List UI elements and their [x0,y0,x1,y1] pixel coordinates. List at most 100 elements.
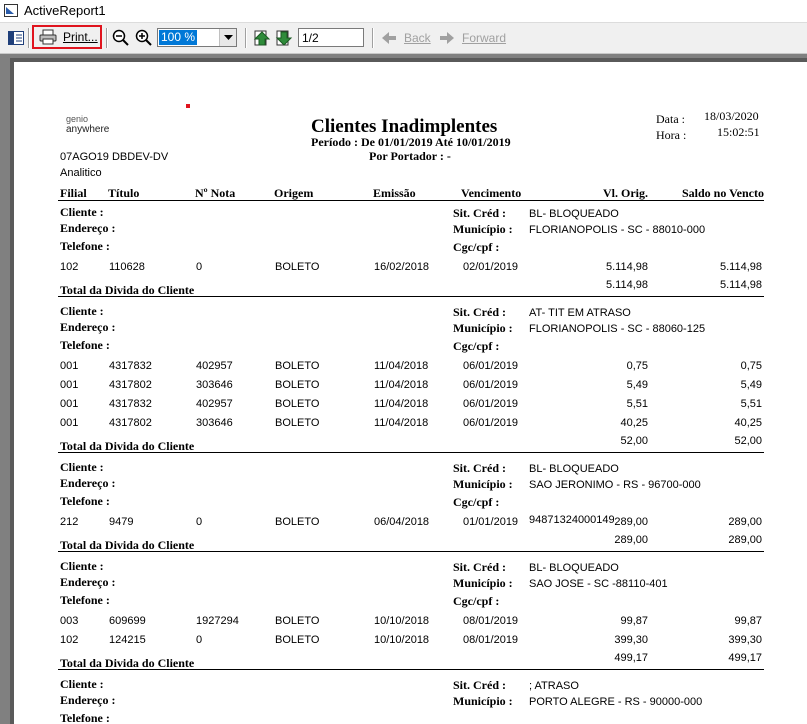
table-cell: 06/01/2019 [463,379,519,391]
column-header: Emissão [373,186,416,200]
table-cell: 06/01/2019 [463,417,519,429]
report-page: genio anywhere 07AGO19 DBDEV-DV Analitic… [14,62,807,724]
table-cell: 06/01/2019 [463,398,519,410]
table-cell: 01/01/2019 [463,516,519,528]
zoom-out-button[interactable] [112,27,130,49]
table-cell: 1927294 [196,615,239,627]
endereco-label: Endereço : [60,476,116,490]
table-cell: 402957 [196,360,233,372]
zoom-in-button[interactable] [135,27,153,49]
forward-label: Forward [462,31,507,45]
total-rule [58,551,764,552]
toc-toggle-button[interactable] [8,27,24,49]
toolbar-separator [372,28,374,48]
logo: genio anywhere [66,114,110,135]
report-portador: Por Portador : - [369,149,451,163]
total-orig: 5.114,98 [605,279,648,291]
cliente-label: Cliente : [60,677,104,691]
column-header: Vl. Orig. [603,186,648,200]
table-cell: 06/01/2019 [463,360,519,372]
title-bar: ActiveReport1 [0,0,807,23]
sit-cred-label: Sit. Créd : [453,678,506,692]
municipio-label: Município : [453,694,513,708]
table-cell: 399,30 [614,634,648,646]
table-cell: 4317802 [109,379,152,391]
column-header: Filial [60,186,87,200]
time-value: 15:02:51 [717,125,760,139]
table-cell: 0 [196,516,203,528]
municipio-label: Município : [453,321,513,335]
table-cell: 02/01/2019 [463,261,519,273]
back-label: Back [404,31,431,45]
table-cell: 11/04/2018 [374,379,429,391]
header-rule [58,200,764,201]
total-saldo: 499,17 [728,652,762,664]
next-page-button[interactable] [275,27,293,49]
report-code: 07AGO19 DBDEV-DV [60,151,169,163]
table-cell: 4317832 [109,398,152,410]
table-cell: 9479 [109,516,134,528]
municipio-label: Município : [453,576,513,590]
page-number-input[interactable]: 1/2 [298,28,364,47]
column-header: Nº Nota [195,186,236,200]
sit-cred-label: Sit. Créd : [453,305,506,319]
sit-cred-value: BL- BLOQUEADO [529,562,619,574]
table-cell: 609699 [109,615,146,627]
table-cell: BOLETO [275,417,320,429]
total-saldo: 289,00 [728,534,762,546]
total-rule [58,452,764,453]
toolbar-separator [245,28,247,48]
previous-page-button[interactable] [253,27,271,49]
cliente-label: Cliente : [60,205,104,219]
cliente-label: Cliente : [60,559,104,573]
table-cell: BOLETO [275,516,320,528]
table-cell: 10/10/2018 [374,615,430,627]
printer-icon [39,29,57,45]
back-button[interactable]: Back [382,27,431,49]
date-label: Data : [656,112,685,126]
table-cell: 124215 [109,634,146,646]
cliente-label: Cliente : [60,460,104,474]
telefone-label: Telefone : [60,239,110,253]
endereco-label: Endereço : [60,221,116,235]
table-cell: 16/02/2018 [374,261,430,273]
print-button[interactable]: Print... [32,25,102,49]
report-viewer[interactable]: genio anywhere 07AGO19 DBDEV-DV Analitic… [0,54,807,724]
table-cell: 5,49 [740,379,762,391]
zoom-select[interactable]: 100 % [157,28,237,47]
table-cell: 4317832 [109,360,152,372]
table-cell: 0 [196,261,203,273]
table-cell: 40,25 [734,417,762,429]
table-cell: 40,25 [620,417,648,429]
table-cell: 001 [60,379,79,391]
table-cell: 303646 [196,379,233,391]
table-cell: 102 [60,634,79,646]
window-title: ActiveReport1 [24,3,106,18]
toolbar-separator [106,28,108,48]
sit-cred-value: AT- TIT EM ATRASO [529,307,631,319]
total-saldo: 52,00 [734,435,762,447]
cgc-label: Cgc/cpf : [453,240,500,254]
report-mode: Analitico [60,167,102,179]
logo-dot [186,104,190,108]
total-rule [58,669,764,670]
table-cell: BOLETO [275,615,320,627]
chevron-down-icon[interactable] [219,29,236,46]
sit-cred-label: Sit. Créd : [453,206,506,220]
table-cell: 4317802 [109,417,152,429]
endereco-label: Endereço : [60,575,116,589]
table-cell: 5,49 [626,379,648,391]
table-cell: 99,87 [734,615,762,627]
table-cell: 11/04/2018 [374,360,429,372]
toolbar: Print... 100 % 1/2 Back Forward [0,23,807,54]
table-cell: 212 [60,516,79,528]
table-cell: 11/04/2018 [374,398,429,410]
table-cell: 08/01/2019 [463,634,519,646]
sit-cred-label: Sit. Créd : [453,461,506,475]
table-cell: 001 [60,360,79,372]
table-cell: 0,75 [626,360,648,372]
column-header: Saldo no Vencto [681,186,764,200]
forward-button[interactable]: Forward [440,27,506,49]
endereco-label: Endereço : [60,320,116,334]
zoom-out-icon [112,29,129,46]
